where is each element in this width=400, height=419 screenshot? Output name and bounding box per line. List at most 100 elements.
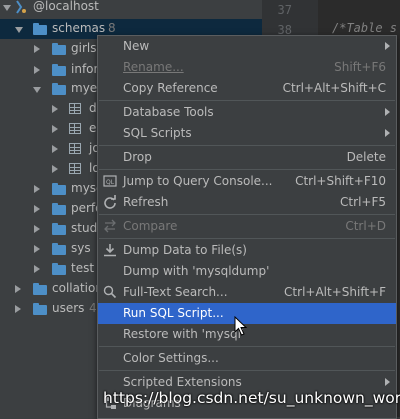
expand-arrow-icon[interactable] [52,165,58,173]
collapse-arrow-icon[interactable] [33,87,41,93]
tree-label: users [52,301,85,315]
tree-label: @localhost [33,0,99,13]
collapse-arrow-icon[interactable] [3,5,11,11]
menu-item-label: Dump Data to File(s) [123,243,247,257]
table-icon [69,103,81,114]
menu-separator [99,370,395,371]
menu-separator [99,238,395,239]
menu-item-shortcut: Delete [346,150,386,164]
menu-item-label: Full-Text Search... [123,285,228,299]
menu-item-sql-scripts[interactable]: SQL Scripts [98,123,396,144]
folder-icon [52,243,66,255]
menu-item-label: Refresh [123,195,169,209]
expand-arrow-icon[interactable] [34,225,40,233]
menu-item-label: Copy Reference [123,81,218,95]
expand-arrow-icon[interactable] [15,285,21,293]
compare-icon [104,219,116,233]
folder-icon [33,303,47,315]
expand-arrow-icon[interactable] [52,105,58,113]
table-icon [69,163,81,174]
menu-separator [99,214,395,215]
folder-icon [33,23,47,35]
menu-item-full-text-search[interactable]: Full-Text Search... Ctrl+Alt+Shift+F [98,282,396,303]
submenu-arrow-icon [385,129,390,137]
refresh-icon [104,195,116,209]
menu-item-label: Drop [123,150,152,164]
code-comment: /*Table s [332,21,398,35]
menu-item-shortcut: Ctrl+Alt+Shift+C [282,81,386,95]
menu-separator [99,100,395,101]
menu-item-label: Run SQL Script... [123,306,224,320]
expand-arrow-icon[interactable] [34,185,40,193]
folder-icon [52,83,66,95]
tree-label: e [89,121,97,135]
menu-separator [99,169,395,170]
menu-item-rename[interactable]: Rename... Shift+F6 [98,57,396,78]
folder-icon [52,263,66,275]
submenu-arrow-icon [385,108,390,116]
menu-item-color-settings[interactable]: Color Settings... [98,348,396,369]
collapse-arrow-icon[interactable] [15,27,23,33]
menu-item-database-tools[interactable]: Database Tools [98,102,396,123]
menu-item-refresh[interactable]: Refresh Ctrl+F5 [98,192,396,213]
menu-item-label: Color Settings... [123,351,219,365]
menu-item-shortcut: Ctrl+D [345,219,386,233]
expand-arrow-icon[interactable] [34,265,40,273]
expand-arrow-icon[interactable] [34,45,40,53]
folder-icon [52,223,66,235]
tree-label: girls [71,41,97,55]
menu-item-compare[interactable]: Compare Ctrl+D [98,216,396,237]
tree-label: d [89,101,97,115]
menu-item-label: Jump to Query Console... [123,174,273,188]
folder-icon [52,183,66,195]
expand-arrow-icon[interactable] [34,245,40,253]
folder-icon [52,203,66,215]
expand-arrow-icon[interactable] [52,145,58,153]
svg-text:QL: QL [106,179,115,186]
menu-item-label: Restore with 'mysql' [123,327,245,341]
menu-item-label: New [123,39,150,53]
tree-label: test [71,261,95,275]
menu-item-label: Scripted Extensions [123,375,242,389]
menu-item-label: SQL Scripts [123,126,192,140]
search-icon [103,285,117,299]
menu-item-shortcut: Shift+F6 [334,60,386,74]
expand-arrow-icon[interactable] [52,125,58,133]
menu-item-shortcut: Ctrl+Alt+Shift+F [284,285,386,299]
tree-label: infor [71,62,99,76]
tree-label: collation [52,281,103,295]
menu-item-new[interactable]: New [98,36,396,57]
menu-item-shortcut: Ctrl+F5 [340,195,386,209]
menu-separator [99,346,395,347]
watermark-text: https://blog.csdn.net/su_unknown_world [103,389,400,407]
folder-icon [52,43,66,55]
line-number: 37 [277,3,292,17]
expand-arrow-icon[interactable] [15,305,21,313]
menu-separator [99,145,395,146]
tree-label: sys [71,241,91,255]
menu-item-shortcut: Ctrl+Shift+F10 [295,174,386,188]
datasource-icon [16,0,26,14]
mouse-cursor-icon [234,316,248,336]
tree-label: stud [71,221,98,235]
console-icon: QL [103,175,117,187]
menu-item-label: Dump with 'mysqldump' [123,264,270,278]
menu-item-copy-reference[interactable]: Copy Reference Ctrl+Alt+Shift+C [98,78,396,99]
table-icon [69,123,81,134]
menu-item-dump-mysqldump[interactable]: Dump with 'mysqldump' [98,261,396,282]
menu-item-label: Compare [123,219,178,233]
menu-item-jump-to-console[interactable]: QL Jump to Query Console... Ctrl+Shift+F… [98,171,396,192]
folder-icon [52,64,66,76]
expand-arrow-icon[interactable] [34,205,40,213]
tree-count: 8 [108,21,116,35]
folder-icon [33,283,47,295]
submenu-arrow-icon [385,42,390,50]
menu-item-label: Database Tools [123,105,214,119]
menu-item-label: Rename... [123,60,184,74]
tree-node-localhost[interactable]: @localhost [0,0,262,17]
menu-item-dump-data[interactable]: Dump Data to File(s) [98,240,396,261]
table-icon [69,143,81,154]
context-menu: New Rename... Shift+F6 Copy Reference Ct… [97,35,397,419]
menu-item-drop[interactable]: Drop Delete [98,147,396,168]
expand-arrow-icon[interactable] [34,66,40,74]
